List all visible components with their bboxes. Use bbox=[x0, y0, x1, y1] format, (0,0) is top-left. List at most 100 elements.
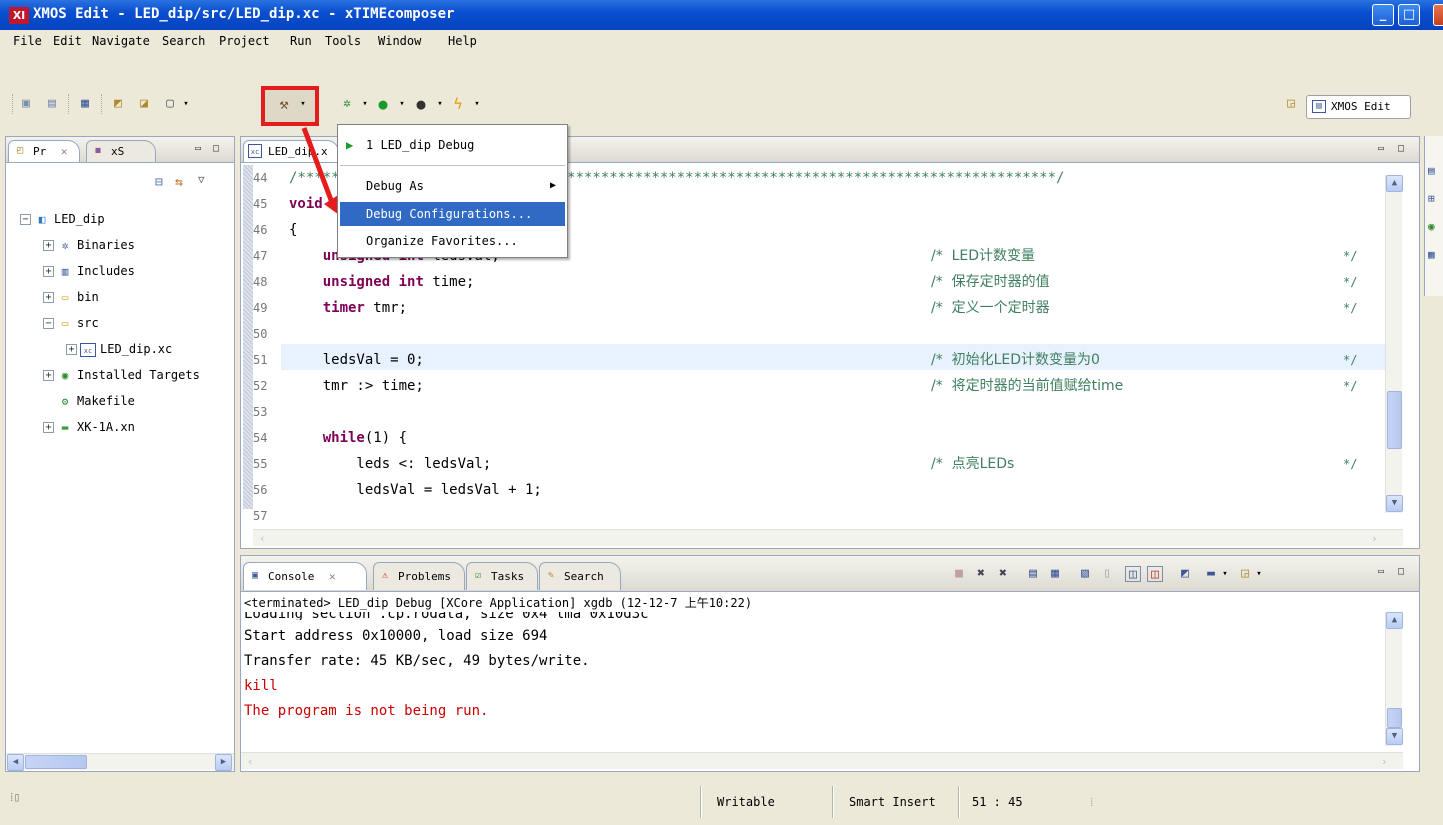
close-icon[interactable]: ✕ bbox=[329, 570, 336, 583]
scroll-right-icon[interactable]: ▶ bbox=[215, 754, 232, 771]
debug-bug-icon[interactable]: ✲ bbox=[339, 96, 355, 112]
pin-icon[interactable]: ◩ bbox=[1177, 566, 1193, 582]
collapse-icon[interactable]: − bbox=[20, 214, 31, 225]
save-icon[interactable]: ▣ bbox=[18, 96, 34, 112]
scroll-thumb[interactable] bbox=[1387, 708, 1402, 728]
hierarchy-icon[interactable]: ⊞ bbox=[1428, 192, 1435, 205]
expand-icon[interactable]: + bbox=[66, 344, 77, 355]
scroll-lock-icon[interactable]: ▦ bbox=[1047, 566, 1063, 582]
menu-item-organize-favorites[interactable]: Organize Favorites... bbox=[340, 229, 565, 253]
tab-search[interactable]: ✎ Search bbox=[539, 562, 621, 590]
menu-item-debug-as[interactable]: Debug As ▶ bbox=[340, 174, 565, 198]
chevron-down-icon[interactable]: ▾ bbox=[178, 96, 194, 112]
maximize-icon[interactable]: □ bbox=[1395, 566, 1407, 578]
scroll-down-icon[interactable]: ▼ bbox=[1386, 728, 1403, 745]
tab-console[interactable]: ▣ Console ✕ bbox=[243, 562, 367, 590]
pin-console-icon[interactable]: ▯ bbox=[1099, 566, 1115, 582]
console-vertical-scrollbar[interactable]: ▲ ▼ bbox=[1385, 612, 1403, 746]
minimize-icon[interactable]: ▭ bbox=[1375, 143, 1387, 155]
console-output[interactable]: Start address 0x10000, load size 694 Tran… bbox=[241, 624, 1381, 740]
scroll-left-icon[interactable]: ◀ bbox=[7, 754, 24, 771]
tree-item[interactable]: + ▬ XK-1A.xn bbox=[6, 415, 135, 440]
clear-console-icon[interactable]: ▤ bbox=[1025, 566, 1041, 582]
tree-item[interactable]: + ▭ bin bbox=[6, 285, 99, 310]
remove-launch-icon[interactable]: ✖ bbox=[973, 566, 989, 582]
expand-icon[interactable] bbox=[43, 396, 54, 407]
scroll-thumb[interactable] bbox=[1387, 391, 1402, 449]
chevron-down-icon[interactable]: ▾ bbox=[1217, 566, 1233, 582]
close-icon[interactable]: ✕ bbox=[61, 145, 68, 158]
menu-tools[interactable]: Tools bbox=[325, 34, 361, 48]
maximize-button[interactable]: □ bbox=[1398, 4, 1420, 26]
fast-view-icon[interactable]: ⁞▯ bbox=[10, 790, 21, 805]
tree-item[interactable]: ⚙ Makefile bbox=[6, 389, 135, 414]
link-with-editor-icon[interactable]: ⇆ bbox=[175, 175, 191, 191]
open-perspective-icon[interactable]: ◲ bbox=[1283, 96, 1299, 112]
target-icon[interactable]: ◉ bbox=[1428, 220, 1435, 233]
collapse-icon[interactable]: − bbox=[43, 318, 54, 329]
collapse-all-icon[interactable]: ⊟ bbox=[155, 175, 171, 191]
menu-file[interactable]: File bbox=[13, 34, 42, 48]
minimize-icon[interactable]: ▭ bbox=[192, 143, 204, 155]
close-button[interactable] bbox=[1433, 4, 1443, 26]
chevron-down-icon[interactable]: ▾ bbox=[357, 96, 373, 112]
binary-icon[interactable]: ▦ bbox=[77, 96, 93, 112]
expand-icon[interactable]: + bbox=[43, 370, 54, 381]
profile-icon[interactable]: ● bbox=[413, 96, 429, 112]
flash-icon[interactable]: ϟ bbox=[450, 96, 466, 112]
menu-window[interactable]: Window bbox=[378, 34, 421, 48]
scroll-up-icon[interactable]: ▲ bbox=[1386, 612, 1403, 629]
minimize-button[interactable]: _ bbox=[1372, 4, 1394, 26]
new-project-icon[interactable]: ◩ bbox=[110, 96, 126, 112]
menu-navigate[interactable]: Navigate bbox=[92, 34, 150, 48]
scroll-left-icon[interactable]: ‹ bbox=[259, 532, 266, 545]
menu-project[interactable]: Project bbox=[219, 34, 270, 48]
new-file-icon[interactable]: ▢ bbox=[162, 96, 178, 112]
show-stderr-icon[interactable]: ◫ bbox=[1147, 566, 1163, 582]
maximize-icon[interactable]: □ bbox=[1395, 143, 1407, 155]
show-stdout-icon[interactable]: ◫ bbox=[1125, 566, 1141, 582]
chevron-down-icon[interactable]: ▾ bbox=[469, 96, 485, 112]
scroll-right-icon[interactable]: › bbox=[1381, 755, 1388, 768]
editor-horizontal-scrollbar[interactable]: ‹ › bbox=[253, 529, 1403, 546]
menu-edit[interactable]: Edit bbox=[53, 34, 82, 48]
console-horizontal-scrollbar[interactable]: ‹ › bbox=[241, 752, 1403, 769]
menu-item-led-dip-debug[interactable]: ▶ 1 LED_dip Debug bbox=[340, 133, 565, 157]
tree-item[interactable]: − ◧ LED_dip bbox=[6, 207, 105, 232]
scroll-thumb[interactable] bbox=[25, 755, 87, 769]
perspective-xmos-edit[interactable]: ▤ XMOS Edit bbox=[1306, 95, 1411, 119]
chevron-down-icon[interactable]: ▾ bbox=[295, 96, 311, 112]
tasks-icon[interactable]: ▦ bbox=[1428, 248, 1435, 261]
menu-run[interactable]: Run bbox=[290, 34, 312, 48]
outline-icon[interactable]: ▤ bbox=[1428, 164, 1435, 177]
tree-item[interactable]: + ✲ Binaries bbox=[6, 233, 135, 258]
expand-icon[interactable]: + bbox=[43, 266, 54, 277]
view-menu-icon[interactable]: ▽ bbox=[198, 173, 210, 189]
scroll-left-icon[interactable]: ‹ bbox=[247, 755, 254, 768]
tab-xsoftip[interactable]: ◼ xS bbox=[86, 140, 156, 162]
tree-item[interactable]: + ◉ Installed Targets bbox=[6, 363, 200, 388]
scroll-right-icon[interactable]: › bbox=[1371, 532, 1378, 545]
tree-item[interactable]: − ▭ src bbox=[6, 311, 99, 336]
expand-icon[interactable]: + bbox=[43, 240, 54, 251]
tab-problems[interactable]: ⚠ Problems bbox=[373, 562, 465, 590]
tree-item[interactable]: + xc LED_dip.xc bbox=[6, 337, 172, 362]
scroll-down-icon[interactable]: ▼ bbox=[1386, 495, 1403, 512]
expand-icon[interactable]: + bbox=[43, 292, 54, 303]
menu-item-debug-configurations[interactable]: Debug Configurations... bbox=[340, 202, 565, 226]
terminate-icon[interactable]: ■ bbox=[951, 566, 967, 582]
menu-help[interactable]: Help bbox=[448, 34, 477, 48]
run-icon[interactable]: ● bbox=[375, 96, 391, 112]
remove-all-terminated-icon[interactable]: ✖ bbox=[995, 566, 1011, 582]
maximize-icon[interactable]: □ bbox=[210, 143, 222, 155]
tab-tasks[interactable]: ☑ Tasks bbox=[466, 562, 538, 590]
editor-vertical-scrollbar[interactable]: ▲ ▼ bbox=[1385, 175, 1403, 513]
word-wrap-icon[interactable]: ▧ bbox=[1077, 566, 1093, 582]
scroll-up-icon[interactable]: ▲ bbox=[1386, 175, 1403, 192]
chevron-down-icon[interactable]: ▾ bbox=[1251, 566, 1267, 582]
menu-search[interactable]: Search bbox=[162, 34, 205, 48]
expand-icon[interactable]: + bbox=[43, 422, 54, 433]
minimize-icon[interactable]: ▭ bbox=[1375, 566, 1387, 578]
tab-project-explorer[interactable]: ◰ Pr ✕ bbox=[8, 140, 80, 162]
tree-item[interactable]: + ▥ Includes bbox=[6, 259, 135, 284]
